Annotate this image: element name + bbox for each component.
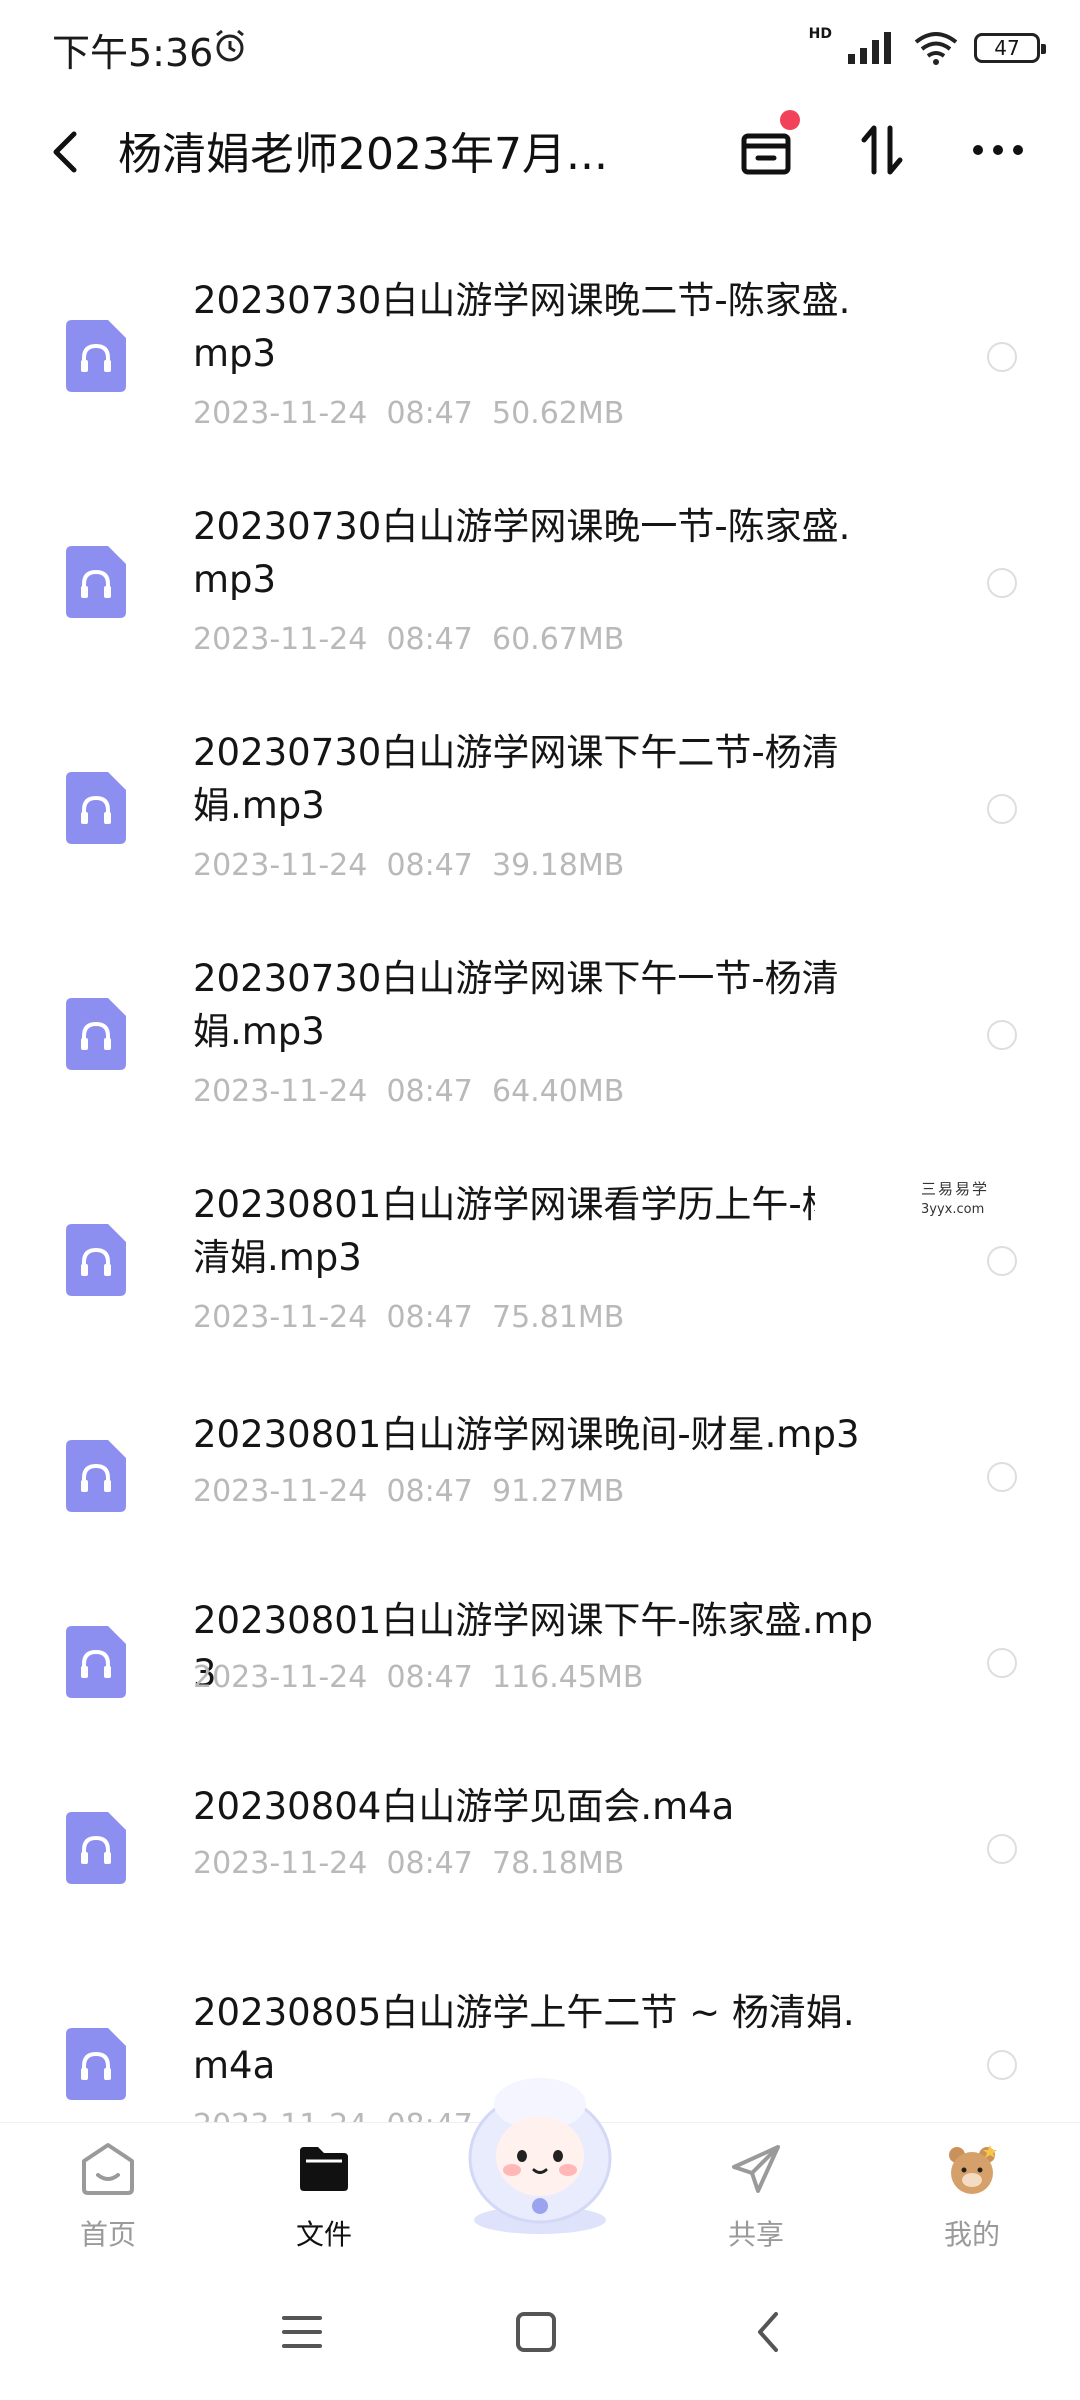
file-date: 2023-11-24 [193,622,368,657]
file-date: 2023-11-24 [193,1846,368,1881]
watermark-title: 三易易学 [921,1180,990,1198]
audio-file-icon [66,1812,126,1884]
file-size: 39.18MB [491,848,625,883]
audio-file-icon [66,1224,126,1296]
nav-files-label: 文件 [295,2218,352,2251]
file-date: 2023-11-24 [193,1074,368,1109]
menu-icon[interactable] [272,2302,332,2362]
file-size: 50.62MB [491,396,625,431]
home-square-icon[interactable] [506,2302,566,2362]
audio-file-icon [66,546,126,618]
file-meta: 2023-11-24 08:47 39.18MB [193,848,624,883]
file-time: 08:47 [386,1846,473,1881]
file-time: 08:47 [386,848,473,883]
nav-share-label: 共享 [727,2218,784,2251]
file-time: 08:47 [386,1660,473,1695]
back-icon[interactable] [740,2302,800,2362]
file-meta: 2023-11-24 08:47 64.40MB [193,1074,624,1109]
audio-file-icon [66,1440,126,1512]
bear-avatar-icon [949,2145,997,2194]
file-name: 20230730白山游学网课晚二节-陈家盛.mp3 [193,279,851,375]
file-meta: 2023-11-24 08:47 78.18MB [193,1846,624,1881]
select-radio[interactable] [987,794,1017,824]
watermark: 三易易学 3yyx.com [815,1172,1080,1232]
cell-signal-icon [848,32,891,64]
status-bar: 下午5:36 HD 47 [0,0,1080,100]
file-size: 91.27MB [491,1474,625,1509]
file-meta: 2023-11-24 08:47 60.67MB [193,622,624,657]
status-time: 下午5:36 [52,31,214,75]
transfer-button[interactable] [730,110,802,186]
audio-file-icon [66,320,126,392]
home-face-icon [82,2143,134,2195]
hd-indicator: HD [808,26,832,42]
page-title: 杨清娟老师2023年7月... [118,129,608,180]
file-name: 20230730白山游学网课下午一节-杨清娟.mp3 [193,957,839,1053]
file-date: 2023-11-24 [193,1660,368,1695]
file-time: 08:47 [386,1300,473,1335]
system-nav-bar [0,2262,1080,2400]
file-time: 08:47 [386,1474,473,1509]
battery-indicator: 47 [974,33,1046,63]
nav-home[interactable]: 首页 [38,2135,178,2255]
file-date: 2023-11-24 [193,1300,368,1335]
assistant-mascot-icon[interactable] [440,2060,640,2240]
nav-share[interactable]: 共享 [686,2135,826,2255]
more-button[interactable] [962,114,1034,186]
title-bar: 杨清娟老师2023年7月... [0,100,1080,220]
file-date: 2023-11-24 [193,848,368,883]
sort-button[interactable] [846,114,918,186]
file-date: 2023-11-24 [193,1474,368,1509]
watermark-url: 3yyx.com [921,1202,985,1217]
file-time: 08:47 [386,396,473,431]
file-size: 116.45MB [491,1660,644,1695]
select-radio[interactable] [987,1246,1017,1276]
file-size: 78.18MB [491,1846,625,1881]
file-size: 60.67MB [491,622,625,657]
file-meta: 2023-11-24 08:47 50.62MB [193,396,624,431]
file-name: 20230801白山游学网课晚间-财星.mp3 [193,1413,860,1456]
alarm-icon [216,29,244,62]
audio-file-icon [66,998,126,1070]
notification-dot [780,110,800,130]
file-time: 08:47 [386,1074,473,1109]
select-radio[interactable] [987,1020,1017,1050]
nav-profile[interactable]: 我的 [902,2135,1042,2255]
select-radio[interactable] [987,2050,1017,2080]
file-size: 75.81MB [491,1300,625,1335]
file-name: 20230801白山游学网课看学历上午-杨清娟.mp3 [193,1183,839,1279]
file-time: 08:47 [386,622,473,657]
audio-file-icon [66,772,126,844]
file-meta: 2023-11-24 08:47 116.45MB [193,1660,643,1695]
audio-file-icon [66,2028,126,2100]
file-name: 20230730白山游学网课晚一节-陈家盛.mp3 [193,505,851,601]
select-radio[interactable] [987,1648,1017,1678]
more-dots-icon [973,145,1023,155]
battery-level: 47 [994,36,1020,60]
file-name: 20230804白山游学见面会.m4a [193,1785,735,1828]
file-date: 2023-11-24 [193,396,368,431]
folder-icon [300,2147,348,2191]
wifi-icon [914,32,958,65]
select-radio[interactable] [987,1834,1017,1864]
audio-file-icon [66,1626,126,1698]
select-radio[interactable] [987,342,1017,372]
select-radio[interactable] [987,568,1017,598]
select-radio[interactable] [987,1462,1017,1492]
file-meta: 2023-11-24 08:47 91.27MB [193,1474,624,1509]
file-size: 64.40MB [491,1074,625,1109]
nav-home-label: 首页 [79,2218,136,2251]
send-icon [732,2145,780,2193]
sort-icon [861,125,903,175]
file-meta: 2023-11-24 08:47 75.81MB [193,1300,624,1335]
back-arrow-icon[interactable] [44,122,88,182]
nav-files[interactable]: 文件 [254,2135,394,2255]
nav-profile-label: 我的 [943,2218,1000,2251]
file-name: 20230730白山游学网课下午二节-杨清娟.mp3 [193,731,839,827]
